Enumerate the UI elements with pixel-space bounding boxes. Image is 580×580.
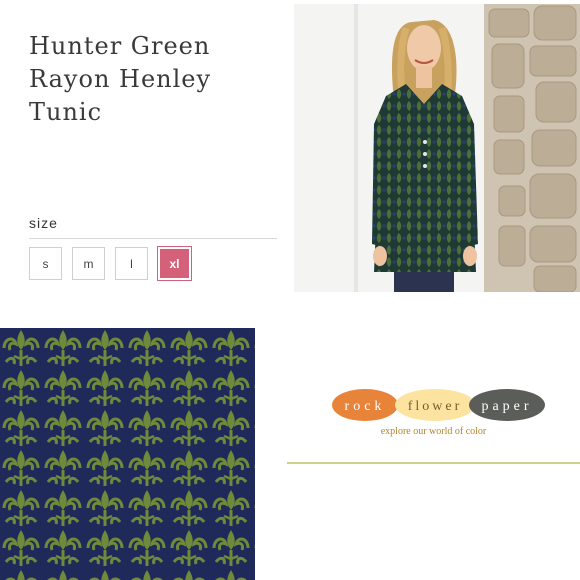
fabric-pattern-illustration	[0, 328, 255, 580]
model-photo-illustration	[294, 4, 580, 292]
product-title-line-1: Hunter Green	[29, 32, 211, 60]
product-info-panel: Hunter Green Rayon Henley Tunic size s m…	[0, 0, 290, 300]
brand-tagline: explore our world of color	[380, 426, 487, 437]
brand-logo-panel: rock flower paper explore our world of c…	[287, 380, 580, 470]
fabric-swatch	[0, 328, 255, 580]
logo-word-rock: rock	[345, 399, 386, 414]
logo-word-paper: paper	[481, 399, 532, 414]
size-option-l[interactable]: l	[115, 247, 148, 280]
logo-word-flower: flower	[408, 399, 463, 414]
size-label: size	[29, 215, 58, 231]
product-title-line-2: Rayon Henley	[29, 65, 212, 93]
size-option-m[interactable]: m	[72, 247, 105, 280]
size-option-s[interactable]: s	[29, 247, 62, 280]
product-title-line-3: Tunic	[29, 98, 103, 126]
brand-logo: rock flower paper	[332, 389, 545, 421]
brand-divider	[287, 462, 580, 464]
product-photo	[294, 4, 580, 292]
size-options: s m l xl	[29, 246, 192, 281]
size-option-xl[interactable]: xl	[157, 246, 192, 281]
size-divider	[29, 238, 277, 239]
product-title: Hunter Green Rayon Henley Tunic	[29, 30, 279, 129]
